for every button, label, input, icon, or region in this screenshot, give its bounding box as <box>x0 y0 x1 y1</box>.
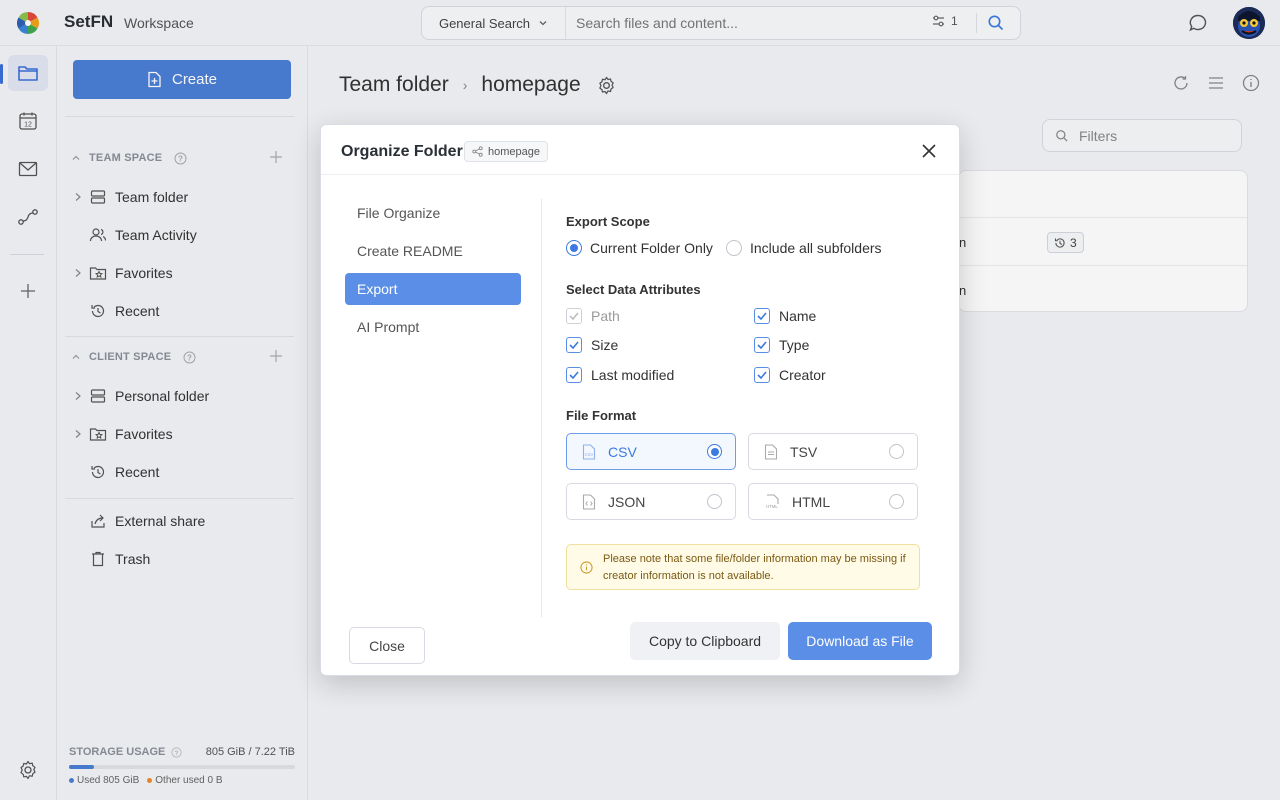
check-icon <box>569 312 579 320</box>
attr-label: Name <box>779 308 817 324</box>
attr-path: Path <box>566 308 620 324</box>
check-icon <box>757 312 767 320</box>
attr-size[interactable]: Size <box>566 337 618 353</box>
checkbox-disabled <box>566 308 582 324</box>
export-scope-label: Export Scope <box>566 214 650 229</box>
check-icon <box>757 371 767 379</box>
checkbox-checked[interactable] <box>566 367 582 383</box>
check-icon <box>569 341 579 349</box>
svg-text:CSV: CSV <box>585 452 594 457</box>
radio-unselected[interactable] <box>889 444 904 459</box>
organize-folder-dialog: Organize Folder homepage File Organize C… <box>320 124 960 676</box>
scope-option-label: Current Folder Only <box>590 240 713 256</box>
attr-last-modified[interactable]: Last modified <box>566 367 674 383</box>
attr-creator[interactable]: Creator <box>754 367 826 383</box>
scope-option-label: Include all subfolders <box>750 240 882 256</box>
checkbox-checked[interactable] <box>566 337 582 353</box>
check-icon <box>757 341 767 349</box>
close-icon <box>922 144 936 158</box>
format-html[interactable]: HTML HTML <box>748 483 918 520</box>
radio-unselected[interactable] <box>889 494 904 509</box>
format-label: CSV <box>608 443 637 460</box>
tsv-file-icon <box>764 443 778 460</box>
format-label: HTML <box>792 493 831 510</box>
dialog-close-button[interactable] <box>918 140 940 162</box>
attr-name[interactable]: Name <box>754 308 816 324</box>
missing-info-notice: Please note that some file/folder inform… <box>566 544 920 590</box>
checkbox-checked[interactable] <box>754 337 770 353</box>
html-file-icon: HTML <box>766 493 779 509</box>
dialog-header: Organize Folder homepage <box>321 125 959 175</box>
format-tsv[interactable]: TSV <box>748 433 918 470</box>
format-json[interactable]: JSON <box>566 483 736 520</box>
share-node-icon <box>472 146 483 157</box>
format-label: JSON <box>608 493 646 510</box>
attributes-label: Select Data Attributes <box>566 282 701 297</box>
file-format-label: File Format <box>566 408 637 423</box>
attr-label: Size <box>591 337 619 353</box>
radio-selected[interactable] <box>707 444 722 459</box>
dialog-nav: File Organize Create README Export AI Pr… <box>345 197 521 349</box>
scope-include-subfolders[interactable]: Include all subfolders <box>726 240 882 256</box>
radio-unselected[interactable] <box>707 494 722 509</box>
dialog-title: Organize Folder <box>341 143 463 160</box>
radio-selected[interactable] <box>566 240 582 256</box>
attr-label: Last modified <box>591 367 675 383</box>
attr-type[interactable]: Type <box>754 337 809 353</box>
nav-export[interactable]: Export <box>345 273 521 305</box>
attr-label: Creator <box>779 367 826 383</box>
json-file-icon <box>582 493 596 510</box>
format-label: TSV <box>790 443 818 460</box>
svg-text:HTML: HTML <box>766 504 778 509</box>
info-icon <box>580 561 593 574</box>
download-as-file-button[interactable]: Download as File <box>788 622 932 660</box>
dialog-divider <box>541 199 542 617</box>
nav-file-organize[interactable]: File Organize <box>345 197 521 229</box>
folder-tag-label: homepage <box>488 145 540 158</box>
radio-unselected[interactable] <box>726 240 742 256</box>
checkbox-checked[interactable] <box>754 308 770 324</box>
notice-text: Please note that some file/folder inform… <box>603 553 906 582</box>
attr-label: Path <box>591 308 620 324</box>
format-csv[interactable]: CSV CSV <box>566 433 736 470</box>
checkbox-checked[interactable] <box>754 367 770 383</box>
scope-current-folder[interactable]: Current Folder Only <box>566 240 713 256</box>
folder-tag: homepage <box>464 141 548 162</box>
attr-label: Type <box>779 337 810 353</box>
close-button[interactable]: Close <box>349 627 425 664</box>
nav-ai-prompt[interactable]: AI Prompt <box>345 311 521 343</box>
check-icon <box>569 371 579 379</box>
csv-file-icon: CSV <box>582 443 596 460</box>
nav-create-readme[interactable]: Create README <box>345 235 521 267</box>
copy-to-clipboard-button[interactable]: Copy to Clipboard <box>630 622 780 660</box>
